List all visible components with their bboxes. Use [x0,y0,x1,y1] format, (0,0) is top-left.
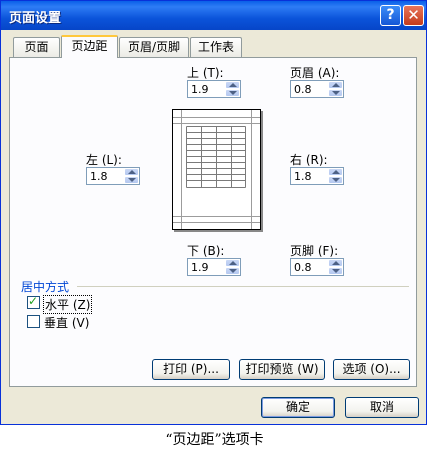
sheet-grid-preview [186,126,246,188]
top-margin-guide [173,123,260,124]
vertical-checkbox[interactable] [27,315,40,328]
spin-down-icon[interactable] [124,176,139,184]
spin-up-icon[interactable] [124,168,139,176]
tab-header-footer[interactable]: 页眉/页脚 [119,37,189,57]
spin-down-icon[interactable] [328,267,343,275]
header-margin-value[interactable]: 0.8 [294,83,312,96]
top-margin-spinner[interactable]: 1.9 [187,80,241,98]
footer-margin-spinner[interactable]: 0.8 [290,258,344,276]
horizontal-checkbox[interactable]: ✓ [27,294,40,309]
bottom-margin-value[interactable]: 1.9 [191,261,209,274]
centering-group-label: 居中方式 [21,280,70,294]
footer-margin-value[interactable]: 0.8 [294,261,312,274]
ok-button[interactable]: 确定 [261,397,335,418]
figure-caption: “页边距”选项卡 [165,432,264,448]
spin-up-icon[interactable] [225,259,240,267]
spin-up-icon[interactable] [328,259,343,267]
print-button[interactable]: 打印 (P)... [152,359,230,380]
options-button[interactable]: 选项 (O)... [333,359,410,380]
left-margin-value[interactable]: 1.8 [90,170,108,183]
spin-down-icon[interactable] [328,89,343,97]
right-margin-spinner[interactable]: 1.8 [290,167,344,185]
header-guide [173,117,260,118]
spin-down-icon[interactable] [225,267,240,275]
footer-margin-label: 页脚 (F): [290,244,339,258]
spin-up-icon[interactable] [328,81,343,89]
page-setup-dialog: 页面设置 ? ✕ 页面 页边距 页眉/页脚 工作表 上 (T): 1.9 页眉 … [0,0,427,425]
right-margin-value[interactable]: 1.8 [294,170,312,183]
checkmark-icon: ✓ [28,294,39,308]
right-margin-guide [251,110,252,229]
top-margin-value[interactable]: 1.9 [191,83,209,96]
bottom-margin-guide [173,216,260,217]
bottom-margin-label: 下 (B): [187,244,225,258]
spin-up-icon[interactable] [328,168,343,176]
left-margin-guide [181,110,182,229]
right-margin-label: 右 (R): [290,153,328,167]
footer-guide [173,222,260,223]
horizontal-checkbox-label[interactable]: 水平 (Z) [43,295,93,314]
left-margin-label: 左 (L): [86,153,122,167]
bottom-margin-spinner[interactable]: 1.9 [187,258,241,276]
top-margin-label: 上 (T): [187,66,224,80]
close-button[interactable]: ✕ [403,5,424,26]
page-preview [172,109,261,230]
spin-down-icon[interactable] [225,89,240,97]
print-preview-button[interactable]: 打印预览 (W) [239,359,325,380]
vertical-checkbox-label[interactable]: 垂直 (V) [44,314,89,331]
tab-page[interactable]: 页面 [13,37,60,57]
spin-up-icon[interactable] [225,81,240,89]
window-title: 页面设置 [9,11,62,26]
help-button[interactable]: ? [380,5,401,26]
tab-margins[interactable]: 页边距 [61,35,118,58]
title-bar[interactable]: 页面设置 ? ✕ [1,1,426,30]
header-margin-label: 页眉 (A): [290,66,340,80]
group-divider [77,286,409,287]
spin-down-icon[interactable] [328,176,343,184]
tab-sheet[interactable]: 工作表 [190,37,242,57]
header-margin-spinner[interactable]: 0.8 [290,80,344,98]
left-margin-spinner[interactable]: 1.8 [86,167,140,185]
cancel-button[interactable]: 取消 [345,397,419,418]
